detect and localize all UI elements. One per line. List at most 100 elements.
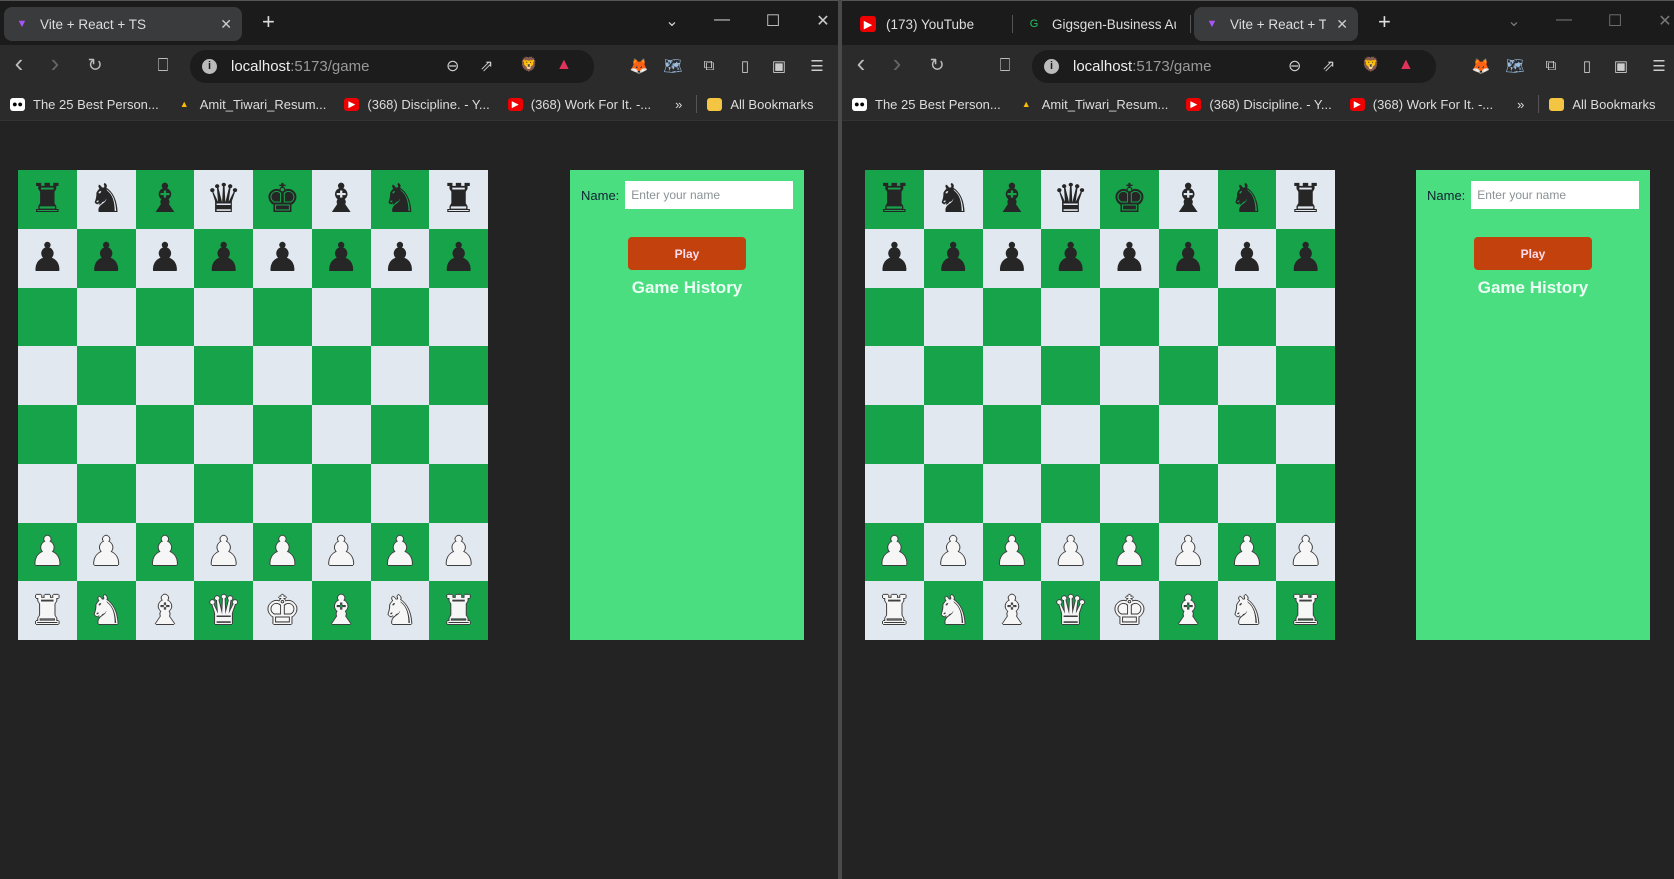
- board-square[interactable]: ♟: [923, 228, 983, 288]
- board-square[interactable]: [1158, 463, 1218, 523]
- name-input[interactable]: [625, 181, 794, 209]
- close-tab-icon[interactable]: ✕: [1336, 16, 1348, 33]
- black-pawn-piece[interactable]: ♟: [29, 238, 65, 278]
- black-pawn-piece[interactable]: ♟: [264, 238, 300, 278]
- board-square[interactable]: [1158, 346, 1218, 405]
- extension-map-icon[interactable]: 🗺: [1504, 57, 1526, 75]
- tab-vite[interactable]: ▼ Vite + React + TS ✕: [1194, 7, 1358, 41]
- board-square[interactable]: [370, 463, 430, 523]
- board-square[interactable]: [194, 346, 253, 405]
- board-square[interactable]: ♞: [923, 581, 983, 640]
- new-tab-icon[interactable]: +: [1378, 9, 1391, 35]
- board-square[interactable]: [311, 346, 371, 405]
- black-pawn-piece[interactable]: ♟: [994, 238, 1030, 278]
- sidebar-icon[interactable]: ▯: [734, 57, 756, 75]
- black-knight-piece[interactable]: ♞: [88, 179, 124, 219]
- brave-shields-icon[interactable]: 🦁: [520, 56, 537, 73]
- board-square[interactable]: ♝: [1158, 170, 1218, 229]
- bookmarks-overflow-button[interactable]: »: [675, 97, 682, 112]
- white-pawn-piece[interactable]: ♟: [441, 532, 477, 572]
- black-knight-piece[interactable]: ♞: [1229, 179, 1265, 219]
- board-square[interactable]: ♝: [135, 581, 195, 640]
- white-pawn-piece[interactable]: ♟: [1170, 532, 1206, 572]
- board-square[interactable]: ♟: [1158, 522, 1218, 582]
- white-rook-piece[interactable]: ♜: [876, 591, 912, 631]
- board-square[interactable]: ♟: [194, 228, 253, 288]
- white-pawn-piece[interactable]: ♟: [1111, 532, 1147, 572]
- board-square[interactable]: ♟: [18, 228, 77, 288]
- board-square[interactable]: [429, 405, 488, 464]
- board-square[interactable]: ♜: [865, 170, 924, 229]
- board-square[interactable]: ♟: [194, 522, 253, 582]
- board-square[interactable]: [253, 463, 312, 523]
- black-rook-piece[interactable]: ♜: [441, 179, 477, 219]
- play-button[interactable]: Play: [1474, 237, 1592, 270]
- name-input-box[interactable]: Enter your name: [625, 181, 794, 209]
- board-square[interactable]: ♟: [1158, 228, 1218, 288]
- board-square[interactable]: [1276, 463, 1335, 523]
- black-king-piece[interactable]: ♚: [264, 179, 300, 219]
- close-tab-icon[interactable]: ✕: [220, 16, 232, 33]
- board-square[interactable]: [76, 463, 136, 523]
- reload-icon[interactable]: ↻: [84, 55, 106, 76]
- board-square[interactable]: ♞: [370, 581, 430, 640]
- black-pawn-piece[interactable]: ♟: [876, 238, 912, 278]
- bookmarks-overflow-button[interactable]: »: [1517, 97, 1524, 112]
- minimize-icon[interactable]: —: [712, 11, 732, 29]
- board-square[interactable]: [311, 405, 371, 464]
- maximize-icon[interactable]: ☐: [1605, 11, 1625, 31]
- board-square[interactable]: ♝: [1158, 581, 1218, 640]
- board-square[interactable]: [923, 287, 983, 347]
- tab-vite[interactable]: ▼ Vite + React + TS ✕: [4, 7, 242, 41]
- white-pawn-piece[interactable]: ♟: [1053, 532, 1089, 572]
- extensions-icon[interactable]: ⧉: [1540, 57, 1562, 74]
- board-square[interactable]: [1276, 346, 1335, 405]
- black-pawn-piece[interactable]: ♟: [1288, 238, 1324, 278]
- menu-icon[interactable]: ☰: [806, 57, 828, 75]
- white-queen-piece[interactable]: ♛: [1053, 591, 1089, 631]
- board-square[interactable]: [1100, 287, 1159, 347]
- board-square[interactable]: [865, 463, 924, 523]
- board-square[interactable]: ♟: [865, 228, 924, 288]
- board-square[interactable]: ♛: [194, 170, 253, 229]
- bookmark-item[interactable]: ▶ (368) Discipline. - Y...: [344, 97, 490, 112]
- bookmark-item[interactable]: ▶ (368) Discipline. - Y...: [1186, 97, 1332, 112]
- close-window-icon[interactable]: ✕: [813, 11, 833, 31]
- board-square[interactable]: ♞: [76, 581, 136, 640]
- board-square[interactable]: [135, 287, 195, 347]
- board-square[interactable]: ♟: [982, 228, 1042, 288]
- black-pawn-piece[interactable]: ♟: [935, 238, 971, 278]
- board-square[interactable]: ♟: [1041, 228, 1100, 288]
- black-bishop-piece[interactable]: ♝: [147, 179, 183, 219]
- board-square[interactable]: ♛: [1041, 170, 1100, 229]
- minimize-icon[interactable]: —: [1554, 11, 1574, 29]
- sidebar-icon[interactable]: ▯: [1576, 57, 1598, 75]
- white-pawn-piece[interactable]: ♟: [147, 532, 183, 572]
- share-icon[interactable]: ⇗: [480, 56, 493, 76]
- board-square[interactable]: ♞: [76, 170, 136, 229]
- brave-rewards-icon[interactable]: ▲: [1398, 56, 1414, 74]
- board-square[interactable]: ♟: [1276, 228, 1335, 288]
- white-pawn-piece[interactable]: ♟: [1288, 532, 1324, 572]
- board-square[interactable]: [311, 463, 371, 523]
- board-square[interactable]: ♟: [429, 522, 488, 582]
- board-square[interactable]: ♝: [311, 170, 371, 229]
- board-square[interactable]: [1100, 405, 1159, 464]
- white-rook-piece[interactable]: ♜: [1288, 591, 1324, 631]
- black-pawn-piece[interactable]: ♟: [1170, 238, 1206, 278]
- board-square[interactable]: [1041, 405, 1100, 464]
- name-input-box[interactable]: Enter your name: [1471, 181, 1640, 209]
- board-square[interactable]: ♞: [1217, 581, 1277, 640]
- board-square[interactable]: ♟: [1217, 522, 1277, 582]
- white-knight-piece[interactable]: ♞: [88, 591, 124, 631]
- board-square[interactable]: ♝: [135, 170, 195, 229]
- board-square[interactable]: [865, 405, 924, 464]
- reload-icon[interactable]: ↻: [926, 55, 948, 76]
- black-knight-piece[interactable]: ♞: [935, 179, 971, 219]
- tab-search-chevron-icon[interactable]: ⌄: [662, 11, 682, 31]
- white-pawn-piece[interactable]: ♟: [88, 532, 124, 572]
- black-pawn-piece[interactable]: ♟: [1053, 238, 1089, 278]
- zoom-out-icon[interactable]: ⊖: [1288, 56, 1301, 76]
- board-square[interactable]: ♟: [865, 522, 924, 582]
- board-square[interactable]: ♟: [253, 228, 312, 288]
